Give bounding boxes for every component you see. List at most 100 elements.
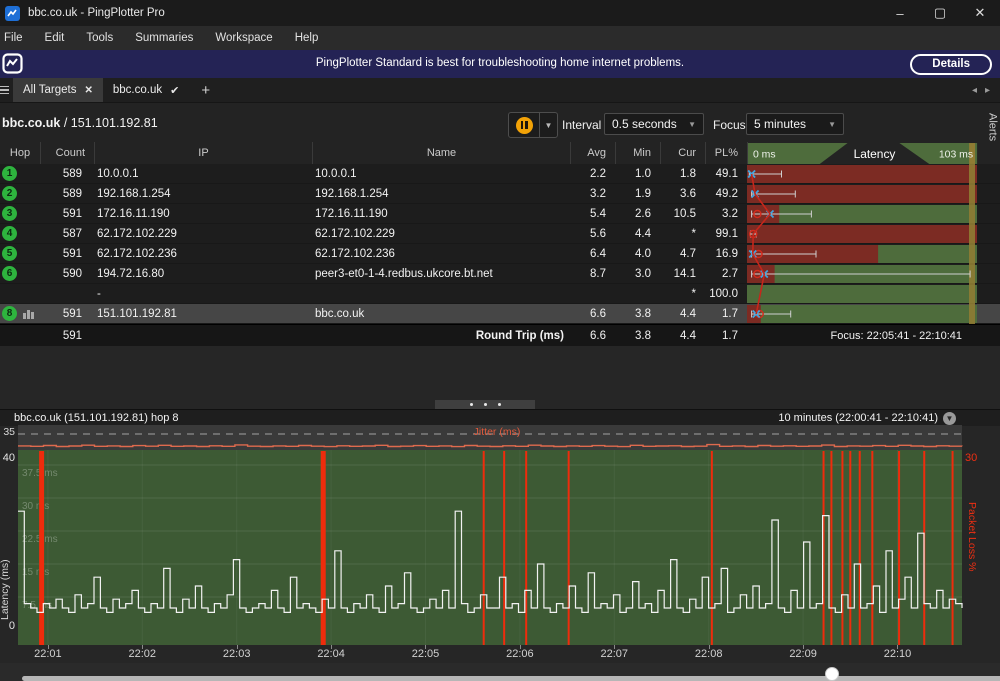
pane-splitter-handle[interactable] [435, 400, 535, 409]
col-hop[interactable]: Hop [0, 142, 40, 164]
min-cell: 2.6 [615, 204, 660, 223]
latency-cell [747, 224, 1000, 243]
tab-all-targets[interactable]: All Targets ✕ [13, 78, 103, 102]
cur-cell: * [660, 224, 705, 243]
timeline-range-label: 10 minutes (22:00:41 - 22:10:41) [778, 412, 938, 424]
pl-cell: 49.2 [705, 184, 747, 203]
hop-status-badge: 1 [2, 166, 17, 181]
table-row[interactable]: 458762.172.102.22962.172.102.2295.64.4*9… [0, 224, 1000, 244]
col-min[interactable]: Min [615, 142, 660, 164]
target-toolbar: bbc.co.uk / 151.101.192.81 ▼ Interval 0.… [0, 102, 1000, 143]
time-axis-label: 22:03 [223, 648, 251, 660]
count-cell [40, 284, 94, 303]
table-row[interactable]: 2589192.168.1.254192.168.1.2543.21.93.64… [0, 184, 1000, 204]
time-axis-label: 22:07 [601, 648, 629, 660]
close-tab-icon[interactable]: ✕ [84, 85, 92, 96]
name-cell: peer3-et0-1-4.redbus.ukcore.bt.net [312, 264, 570, 283]
min-cell: 1.9 [615, 184, 660, 203]
cur-cell: * [660, 284, 705, 303]
details-button[interactable]: Details [910, 54, 992, 75]
upgrade-banner: PingPlotter Standard is best for trouble… [0, 50, 1000, 78]
table-row[interactable]: 559162.172.102.23662.172.102.2366.44.04.… [0, 244, 1000, 264]
table-row[interactable]: 8591151.101.192.81bbc.co.uk6.63.84.41.7 [0, 304, 1000, 324]
pingplotter-logo-icon [2, 53, 23, 79]
tab-bbc-co-uk[interactable]: bbc.co.uk ✔ [103, 78, 189, 102]
name-cell: 10.0.0.1 [312, 164, 570, 183]
ip-cell: 151.101.192.81 [94, 304, 312, 323]
tab-scroll-left-icon[interactable]: ◂ [972, 85, 977, 96]
close-icon[interactable]: ✕ [960, 0, 1000, 26]
menu-file[interactable]: File [0, 32, 34, 44]
ip-cell: - [94, 284, 312, 303]
col-ip[interactable]: IP [94, 142, 312, 164]
table-row[interactable]: - *100.0 [0, 284, 1000, 304]
maximize-icon[interactable]: ▢ [920, 0, 960, 26]
pl-cell: 100.0 [705, 284, 747, 303]
name-cell: 62.172.102.229 [312, 224, 570, 243]
col-count[interactable]: Count [40, 142, 94, 164]
hop-status-badge: 6 [2, 266, 17, 281]
packet-loss-max-label: 30 [965, 452, 977, 464]
table-row[interactable]: 3591172.16.11.190172.16.11.1905.42.610.5… [0, 204, 1000, 224]
minimize-icon[interactable]: – [880, 0, 920, 26]
col-name[interactable]: Name [312, 142, 570, 164]
menu-help[interactable]: Help [284, 32, 330, 44]
target-host: bbc.co.uk [2, 116, 60, 130]
menu-summaries[interactable]: Summaries [124, 32, 204, 44]
pause-dropdown-caret-icon[interactable]: ▼ [539, 113, 557, 137]
round-trip-row: 591 Round Trip (ms) 6.6 3.8 4.4 1.7 Focu… [0, 324, 1000, 346]
time-axis-label: 22:06 [506, 648, 534, 660]
round-trip-min: 3.8 [615, 325, 660, 346]
hop-cell: 4 [0, 224, 40, 243]
hop-cell: 8 [0, 304, 40, 323]
menu-edit[interactable]: Edit [34, 32, 76, 44]
col-latency[interactable]: 0 ms Latency 103 ms [747, 142, 1000, 164]
new-tab-button[interactable]: + [189, 78, 222, 102]
hop-status-badge: 8 [2, 306, 17, 321]
timeline-header: bbc.co.uk (151.101.192.81) hop 8 10 minu… [0, 409, 1000, 426]
menu-tools[interactable]: Tools [75, 32, 124, 44]
table-row[interactable]: 6590194.72.16.80peer3-et0-1-4.redbus.ukc… [0, 264, 1000, 284]
round-trip-avg: 6.6 [570, 325, 615, 346]
col-pl[interactable]: PL% [705, 142, 747, 164]
name-cell: 62.172.102.236 [312, 244, 570, 263]
avg-cell: 5.6 [570, 224, 615, 243]
time-axis-label: 22:09 [789, 648, 817, 660]
target-list-icon[interactable] [0, 78, 13, 102]
count-cell: 591 [40, 304, 94, 323]
horizontal-scrollbar-track[interactable] [22, 676, 1000, 681]
focus-select[interactable]: 5 minutes▼ [746, 113, 844, 135]
time-axis-label: 22:08 [695, 648, 723, 660]
hop-status-badge: 3 [2, 206, 17, 221]
horizontal-scrollbar-thumb[interactable] [825, 667, 839, 681]
col-cur[interactable]: Cur [660, 142, 705, 164]
min-cell: 4.0 [615, 244, 660, 263]
jitter-max-label: 35 [0, 426, 15, 438]
window-title: bbc.co.uk - PingPlotter Pro [28, 7, 165, 19]
tab-scroll-right-icon[interactable]: ▸ [985, 85, 990, 96]
timeline-title: bbc.co.uk (151.101.192.81) hop 8 [14, 412, 179, 424]
pl-cell: 1.7 [705, 304, 747, 323]
pause-button-group: ▼ [508, 112, 558, 138]
jitter-strip[interactable]: 35 Jitter (ms) [0, 425, 1000, 450]
min-cell: 3.0 [615, 264, 660, 283]
cur-cell: 14.1 [660, 264, 705, 283]
interval-select[interactable]: 0.5 seconds▼ [604, 113, 704, 135]
pause-button[interactable] [509, 113, 539, 137]
round-trip-count: 591 [40, 325, 94, 346]
avg-cell: 5.4 [570, 204, 615, 223]
timeline-chart[interactable]: 37.5 ms30 ms22.5 ms15 ms7.5 ms 40 0 Late… [0, 450, 1000, 645]
table-row[interactable]: 158910.0.0.110.0.0.12.21.01.849.1 [0, 164, 1000, 184]
menu-workspace[interactable]: Workspace [204, 32, 283, 44]
timeline-range-chevron-icon[interactable]: ▼ [943, 412, 956, 425]
count-cell: 591 [40, 204, 94, 223]
pause-icon [516, 117, 533, 134]
hop-status-badge: 4 [2, 226, 17, 241]
avg-cell: 6.4 [570, 244, 615, 263]
col-avg[interactable]: Avg [570, 142, 615, 164]
latency-cell [747, 244, 1000, 263]
target-ip: 151.101.192.81 [71, 116, 158, 130]
interval-label: Interval [562, 118, 601, 132]
trace-table-header: Hop Count IP Name Avg Min Cur PL% 0 ms L… [0, 142, 1000, 165]
ip-cell: 62.172.102.236 [94, 244, 312, 263]
